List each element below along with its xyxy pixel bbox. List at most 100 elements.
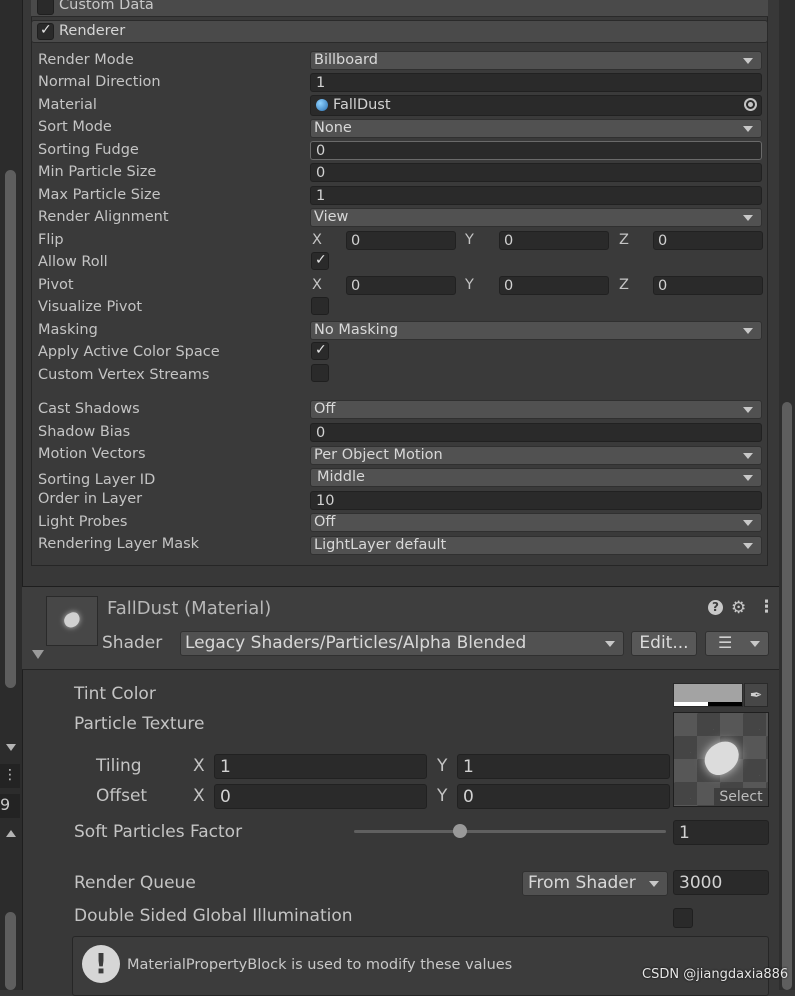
order-in-layer-field[interactable]: 10 bbox=[310, 491, 762, 510]
material-object-field[interactable]: FallDust bbox=[310, 95, 762, 116]
render-mode-label: Render Mode bbox=[38, 52, 134, 68]
flip-x-field[interactable]: 0 bbox=[346, 231, 456, 250]
flip-y-axis-label: Y bbox=[465, 232, 474, 248]
max-particle-size-label: Max Particle Size bbox=[38, 187, 161, 203]
left-scrollbar-thumb[interactable] bbox=[5, 170, 16, 688]
tiling-label: Tiling bbox=[96, 756, 142, 776]
render-queue-mode-dropdown[interactable]: From Shader bbox=[522, 871, 668, 896]
allow-roll-checkbox[interactable]: ✓ bbox=[311, 252, 329, 270]
cast-shadows-label: Cast Shadows bbox=[38, 401, 140, 417]
pivot-x-field[interactable]: 0 bbox=[346, 276, 456, 295]
material-value: FallDust bbox=[333, 97, 391, 113]
help-icon[interactable]: ? bbox=[708, 600, 723, 615]
check-icon: ✓ bbox=[315, 252, 327, 268]
custom-vertex-streams-checkbox[interactable] bbox=[311, 364, 329, 382]
shader-dropdown[interactable]: Legacy Shaders/Particles/Alpha Blended bbox=[180, 631, 624, 656]
sorting-fudge-field[interactable]: 0 bbox=[310, 141, 762, 160]
min-particle-size-field[interactable]: 0 bbox=[310, 163, 762, 182]
chevron-down-icon bbox=[743, 328, 753, 334]
flip-label: Flip bbox=[38, 232, 64, 248]
soft-particles-label: Soft Particles Factor bbox=[74, 822, 243, 842]
motion-vectors-label: Motion Vectors bbox=[38, 446, 146, 462]
foldout-arrow-icon[interactable] bbox=[32, 650, 44, 659]
particle-texture-label: Particle Texture bbox=[74, 714, 205, 734]
soft-particles-slider-thumb[interactable] bbox=[453, 824, 468, 838]
apply-active-color-space-checkbox[interactable]: ✓ bbox=[311, 342, 329, 360]
shader-label: Shader bbox=[102, 633, 163, 653]
motion-vectors-value: Per Object Motion bbox=[314, 447, 443, 463]
right-scrollbar-thumb[interactable] bbox=[782, 402, 792, 990]
pivot-z-axis-label: Z bbox=[619, 277, 629, 293]
soft-particles-slider-track[interactable] bbox=[354, 824, 666, 838]
motion-vectors-dropdown[interactable]: Per Object Motion bbox=[310, 446, 762, 465]
masking-value: No Masking bbox=[314, 322, 399, 338]
pivot-x-axis-label: X bbox=[312, 277, 322, 293]
order-in-layer-label: Order in Layer bbox=[38, 491, 143, 507]
flip-z-axis-label: Z bbox=[619, 232, 629, 248]
render-alignment-dropdown[interactable]: View bbox=[310, 208, 762, 227]
preset-sliders-icon[interactable]: ⚙ bbox=[731, 598, 746, 618]
tiling-y-axis-label: Y bbox=[437, 756, 448, 776]
pivot-y-field[interactable]: 0 bbox=[499, 276, 609, 295]
double-sided-gi-checkbox[interactable] bbox=[673, 908, 693, 928]
chevron-down-icon bbox=[649, 881, 659, 887]
renderer-enabled-checkbox[interactable]: ✓ bbox=[37, 22, 54, 40]
rendering-layer-mask-label: Rendering Layer Mask bbox=[38, 536, 200, 552]
flip-z-field[interactable]: 0 bbox=[653, 231, 763, 250]
custom-data-header[interactable]: Custom Data bbox=[31, 0, 768, 17]
chevron-down-icon bbox=[605, 641, 615, 647]
left-scroll-down-arrow[interactable] bbox=[6, 744, 16, 751]
texture-select-button[interactable]: Select bbox=[714, 788, 768, 806]
tiling-x-axis-label: X bbox=[193, 756, 205, 776]
masking-label: Masking bbox=[38, 322, 98, 338]
soft-particles-field[interactable]: 1 bbox=[673, 820, 769, 845]
masking-dropdown[interactable]: No Masking bbox=[310, 321, 762, 340]
chevron-down-icon bbox=[750, 641, 760, 647]
render-alignment-value: View bbox=[314, 209, 349, 225]
max-particle-size-field[interactable]: 1 bbox=[310, 186, 762, 205]
rendering-layer-mask-value: LightLayer default bbox=[314, 537, 447, 553]
texture-preview-icon bbox=[698, 736, 746, 780]
visualize-pivot-checkbox[interactable] bbox=[311, 297, 329, 315]
offset-x-field[interactable]: 0 bbox=[214, 784, 427, 809]
tint-color-swatch[interactable] bbox=[673, 683, 743, 707]
sorting-fudge-label: Sorting Fudge bbox=[38, 142, 139, 158]
left-scrollbar-thumb-2[interactable] bbox=[5, 912, 16, 990]
cast-shadows-dropdown[interactable]: Off bbox=[310, 400, 762, 419]
object-picker-icon[interactable] bbox=[744, 98, 757, 111]
render-mode-dropdown[interactable]: Billboard bbox=[310, 51, 762, 70]
sort-mode-dropdown[interactable]: None bbox=[310, 119, 762, 138]
flip-y-field[interactable]: 0 bbox=[499, 231, 609, 250]
normal-direction-field[interactable]: 1 bbox=[310, 73, 762, 92]
render-queue-mode-value: From Shader bbox=[528, 873, 636, 893]
eyedropper-icon[interactable]: ✒ bbox=[744, 683, 768, 707]
left-dots-icon[interactable]: ⋮ bbox=[0, 764, 20, 788]
offset-label: Offset bbox=[96, 786, 148, 806]
tiling-x-field[interactable]: 1 bbox=[214, 754, 427, 779]
offset-y-field[interactable]: 0 bbox=[457, 784, 670, 809]
render-mode-value: Billboard bbox=[314, 52, 378, 68]
pivot-z-field[interactable]: 0 bbox=[653, 276, 763, 295]
rendering-layer-mask-dropdown[interactable]: LightLayer default bbox=[310, 536, 762, 555]
custom-data-checkbox[interactable] bbox=[37, 0, 54, 15]
material-sphere-icon bbox=[316, 99, 328, 111]
visualize-pivot-label: Visualize Pivot bbox=[38, 299, 143, 315]
particle-texture-slot[interactable]: Select bbox=[673, 712, 769, 807]
chevron-down-icon bbox=[743, 520, 753, 526]
check-icon: ✓ bbox=[315, 342, 327, 358]
shader-list-dropdown[interactable]: ☰ bbox=[705, 631, 769, 656]
material-preview-thumbnail bbox=[46, 596, 98, 646]
watermark: CSDN @jiangdaxia886 bbox=[642, 967, 789, 982]
shader-value: Legacy Shaders/Particles/Alpha Blended bbox=[185, 633, 527, 653]
sorting-layer-id-dropdown[interactable]: Middle bbox=[310, 468, 762, 487]
light-probes-dropdown[interactable]: Off bbox=[310, 513, 762, 532]
renderer-header[interactable]: ✓ Renderer bbox=[31, 20, 768, 43]
more-options-icon[interactable]: ⋮ bbox=[758, 597, 775, 617]
flip-x-axis-label: X bbox=[312, 232, 322, 248]
chevron-down-icon bbox=[743, 126, 753, 132]
shadow-bias-field[interactable]: 0 bbox=[310, 423, 762, 442]
render-queue-field[interactable]: 3000 bbox=[673, 870, 769, 895]
edit-shader-button[interactable]: Edit... bbox=[631, 631, 697, 656]
tiling-y-field[interactable]: 1 bbox=[457, 754, 670, 779]
left-scroll-up-arrow[interactable] bbox=[6, 830, 16, 837]
